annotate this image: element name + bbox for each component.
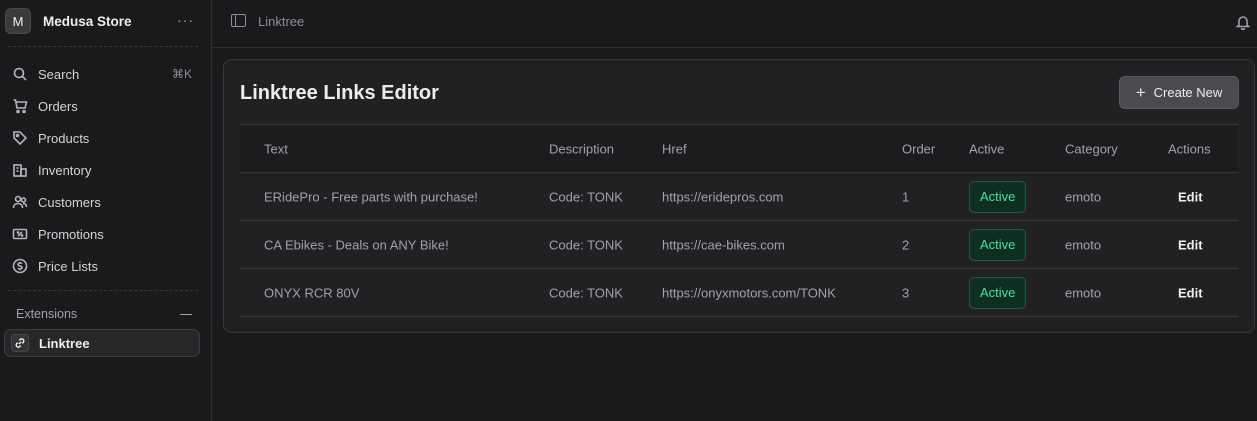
tag-icon — [13, 131, 28, 146]
sidebar-item-label: Price Lists — [38, 258, 98, 274]
currency-icon — [12, 258, 28, 274]
sidebar-item-inventory[interactable]: Inventory — [4, 156, 200, 184]
links-table: Text Description Href Order Active Categ… — [240, 124, 1238, 317]
header-text: Text — [264, 141, 288, 156]
table-row: ERidePro - Free parts with purchase! Cod… — [240, 173, 1238, 221]
cell-active: Active — [969, 228, 1027, 261]
sidebar-item-label: Search — [38, 66, 80, 82]
store-switcher[interactable]: M Medusa Store ··· — [4, 6, 204, 36]
header-href: Href — [662, 141, 687, 156]
users-icon — [12, 195, 28, 209]
cell-href: https://onyxmotors.com/TONK — [662, 285, 836, 300]
building-icon — [13, 164, 27, 177]
cell-category: emoto — [1065, 189, 1102, 204]
edit-button[interactable]: Edit — [1178, 285, 1203, 300]
cart-icon — [13, 99, 28, 114]
table-row: CA Ebikes - Deals on ANY Bike! Code: TON… — [240, 221, 1238, 269]
sidebar-item-customers[interactable]: Customers — [4, 188, 200, 216]
extensions-label: Extensions — [16, 307, 78, 321]
sidebar-item-label: Inventory — [38, 162, 92, 178]
sidebar-divider — [8, 46, 198, 47]
page-title: Linktree Links Editor — [240, 82, 439, 104]
edit-button[interactable]: Edit — [1178, 189, 1203, 204]
search-shortcut: ⌘K — [171, 67, 192, 81]
sidebar-item-label: Customers — [38, 194, 101, 210]
cell-description: Code: TONK — [549, 237, 623, 252]
sidebar-item-orders[interactable]: Orders — [4, 92, 200, 120]
cell-order: 2 — [902, 237, 910, 252]
cell-active: Active — [969, 180, 1027, 213]
create-new-button[interactable]: + Create New — [1119, 76, 1239, 109]
cell-text: CA Ebikes - Deals on ANY Bike! — [264, 237, 449, 252]
plus-icon: + — [1135, 82, 1146, 102]
search-icon — [13, 67, 27, 81]
cell-order: 1 — [902, 189, 910, 204]
sidebar-item-products[interactable]: Products — [4, 124, 200, 152]
cell-category: emoto — [1065, 237, 1102, 252]
cell-text: ONYX RCR 80V — [264, 285, 360, 300]
status-badge: Active — [969, 180, 1027, 213]
create-new-label: Create New — [1153, 85, 1223, 100]
linktree-editor-card: Linktree Links Editor + Create New Text … — [223, 59, 1255, 333]
sidebar-item-promotions[interactable]: Promotions — [4, 220, 200, 248]
status-badge: Active — [969, 276, 1027, 309]
status-badge: Active — [969, 228, 1027, 261]
table-row: ONYX RCR 80V Code: TONK https://onyxmoto… — [240, 269, 1238, 317]
cell-text: ERidePro - Free parts with purchase! — [264, 189, 478, 204]
store-avatar: M — [5, 8, 31, 34]
header-order: Order — [902, 141, 936, 156]
sidebar: M Medusa Store ··· Search ⌘K Orders Prod… — [0, 0, 212, 421]
sidebar-divider — [8, 290, 198, 291]
header-description: Description — [549, 141, 615, 156]
sidebar-item-label: Orders — [38, 98, 78, 114]
edit-button[interactable]: Edit — [1178, 237, 1203, 252]
link-icon — [11, 334, 29, 352]
header-category: Category — [1065, 141, 1118, 156]
breadcrumb[interactable]: Linktree — [258, 14, 304, 29]
extensions-section-header[interactable]: Extensions — [16, 306, 192, 322]
header-actions: Actions — [1168, 141, 1211, 156]
cell-description: Code: TONK — [549, 285, 623, 300]
cell-description: Code: TONK — [549, 189, 623, 204]
cell-category: emoto — [1065, 285, 1102, 300]
sidebar-item-label: Promotions — [38, 226, 104, 242]
store-name: Medusa Store — [43, 13, 132, 29]
sidebar-item-search[interactable]: Search ⌘K — [4, 60, 200, 88]
cell-active: Active — [969, 276, 1027, 309]
receipt-percent-icon — [12, 228, 28, 240]
collapse-icon[interactable] — [180, 313, 192, 315]
table-header: Text Description Href Order Active Categ… — [240, 124, 1238, 173]
topbar: Linktree — [212, 0, 1257, 48]
header-active: Active — [969, 141, 1005, 156]
sidebar-item-label: Products — [38, 130, 90, 146]
cell-order: 3 — [902, 285, 910, 300]
cell-href: https://cae-bikes.com — [662, 237, 785, 252]
cell-href: https://eridepros.com — [662, 189, 784, 204]
sidebar-item-label: Linktree — [39, 335, 90, 351]
sidebar-item-linktree[interactable]: Linktree — [4, 329, 200, 357]
notifications-bell-icon[interactable] — [1235, 14, 1251, 31]
store-more-icon[interactable]: ··· — [177, 12, 194, 28]
sidebar-toggle-icon[interactable] — [231, 14, 246, 27]
sidebar-item-price-lists[interactable]: Price Lists — [4, 252, 200, 280]
